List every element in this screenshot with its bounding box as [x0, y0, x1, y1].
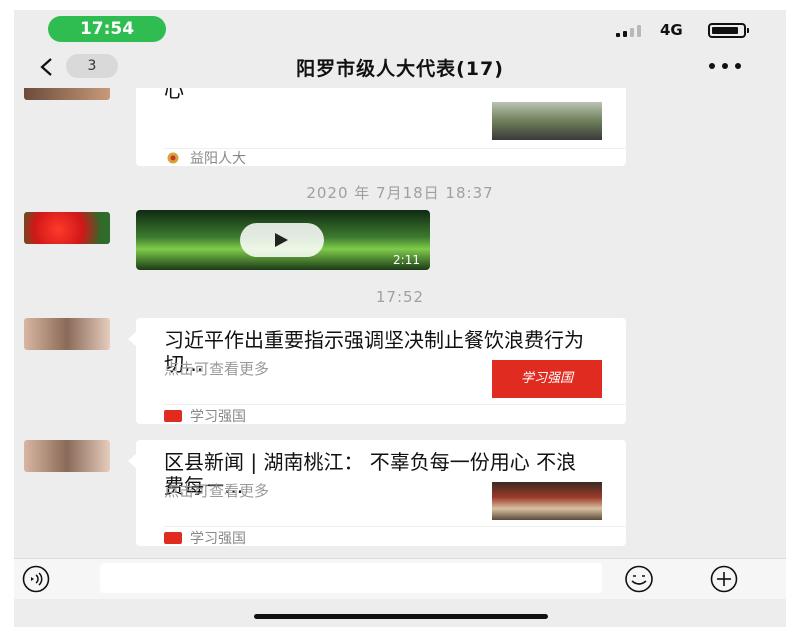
card-source: 学习强国 [164, 528, 246, 548]
chat-area[interactable]: 心 益阳人大 2020 年 7月18日 18:37 2:11 17:52 习近平… [14, 88, 786, 558]
plus-icon[interactable] [710, 565, 738, 593]
card-thumbnail [492, 482, 602, 520]
card-divider [164, 404, 626, 405]
input-bar [14, 558, 786, 599]
avatar[interactable] [24, 318, 110, 350]
emoji-icon[interactable] [624, 565, 654, 593]
phone-screen: 17:54 4G 3 阳罗市级人大代表(17) 心 益阳人大 2020 年 7月… [14, 10, 786, 627]
status-bar: 17:54 4G [14, 10, 786, 46]
yiyang-icon [167, 152, 179, 164]
video-duration: 2:11 [393, 253, 420, 267]
card-thumbnail [492, 102, 602, 140]
thumb-label: 学习强国 [520, 371, 573, 386]
battery-icon [708, 23, 749, 38]
play-icon[interactable] [240, 223, 324, 257]
bubble-tail [128, 332, 136, 346]
avatar[interactable] [24, 212, 110, 244]
network-label: 4G [660, 21, 683, 39]
source-label: 益阳人大 [190, 151, 246, 167]
message-link-card[interactable]: 区县新闻 | 湖南桃江： 不辜负每一份用心 不浪费每一... 点击可查看更多 学… [128, 440, 626, 548]
message-video[interactable]: 2:11 [136, 210, 430, 270]
voice-icon[interactable] [22, 565, 50, 593]
card-source: 学习强国 [164, 406, 246, 426]
card-description: 点击可查看更多 [164, 360, 270, 378]
status-time[interactable]: 17:54 [48, 16, 166, 42]
nav-bar: 3 阳罗市级人大代表(17) [14, 46, 786, 88]
card-source: 益阳人大 [164, 148, 246, 168]
more-icon[interactable] [708, 62, 742, 70]
signal-icon [616, 25, 641, 37]
xuexi-icon [164, 532, 182, 544]
source-label: 学习强国 [190, 409, 246, 425]
card-thumbnail: 学习强国 [492, 360, 602, 398]
card-divider [164, 526, 626, 527]
card-description: 点击可查看更多 [164, 482, 270, 500]
avatar[interactable] [24, 440, 110, 472]
bubble-tail [128, 454, 136, 468]
card-title: 心 [164, 88, 184, 102]
message-link-card[interactable]: 心 益阳人大 [136, 88, 626, 168]
message-timestamp: 17:52 [375, 288, 425, 306]
source-label: 学习强国 [190, 531, 246, 547]
xuexi-icon [164, 410, 182, 422]
chat-title: 阳罗市级人大代表(17) [296, 58, 504, 80]
message-timestamp: 2020 年 7月18日 18:37 [306, 184, 494, 202]
home-indicator[interactable] [254, 614, 548, 619]
message-input[interactable] [100, 563, 602, 593]
message-link-card[interactable]: 习近平作出重要指示强调坚决制止餐饮浪费行为切... 点击可查看更多 学习强国 学… [128, 318, 626, 426]
avatar[interactable] [24, 88, 110, 100]
